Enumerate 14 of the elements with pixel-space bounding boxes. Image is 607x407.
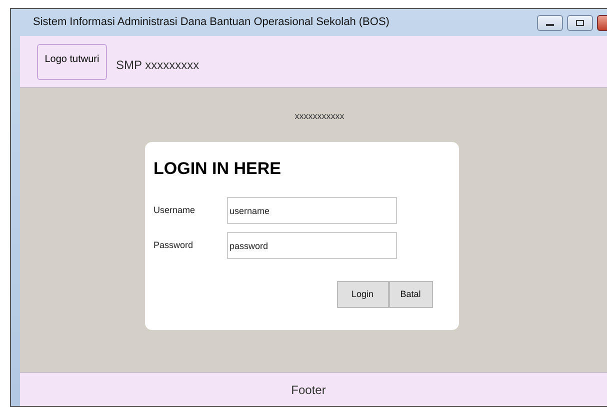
minimize-button[interactable] (537, 14, 563, 30)
logo-label: Logo tutwuri (44, 52, 100, 66)
school-name: SMP xxxxxxxxx (116, 56, 200, 74)
text-field[interactable]: password (226, 232, 396, 259)
action-button[interactable]: Login (336, 281, 388, 308)
action-button[interactable]: Batal (388, 281, 432, 308)
text-field[interactable]: username (226, 197, 396, 224)
field-label: Password (154, 238, 194, 252)
login-heading: LOGIN IN HERE (154, 158, 282, 180)
field-label: Username (154, 204, 196, 217)
window-title: Sistem Informasi Administrasi Dana Bantuan Operasional Sekolah (BOS) (33, 15, 390, 30)
maximize-button[interactable] (567, 14, 593, 30)
subtitle: xxxxxxxxxxx (294, 110, 344, 123)
footer-text: Footer (291, 382, 326, 398)
